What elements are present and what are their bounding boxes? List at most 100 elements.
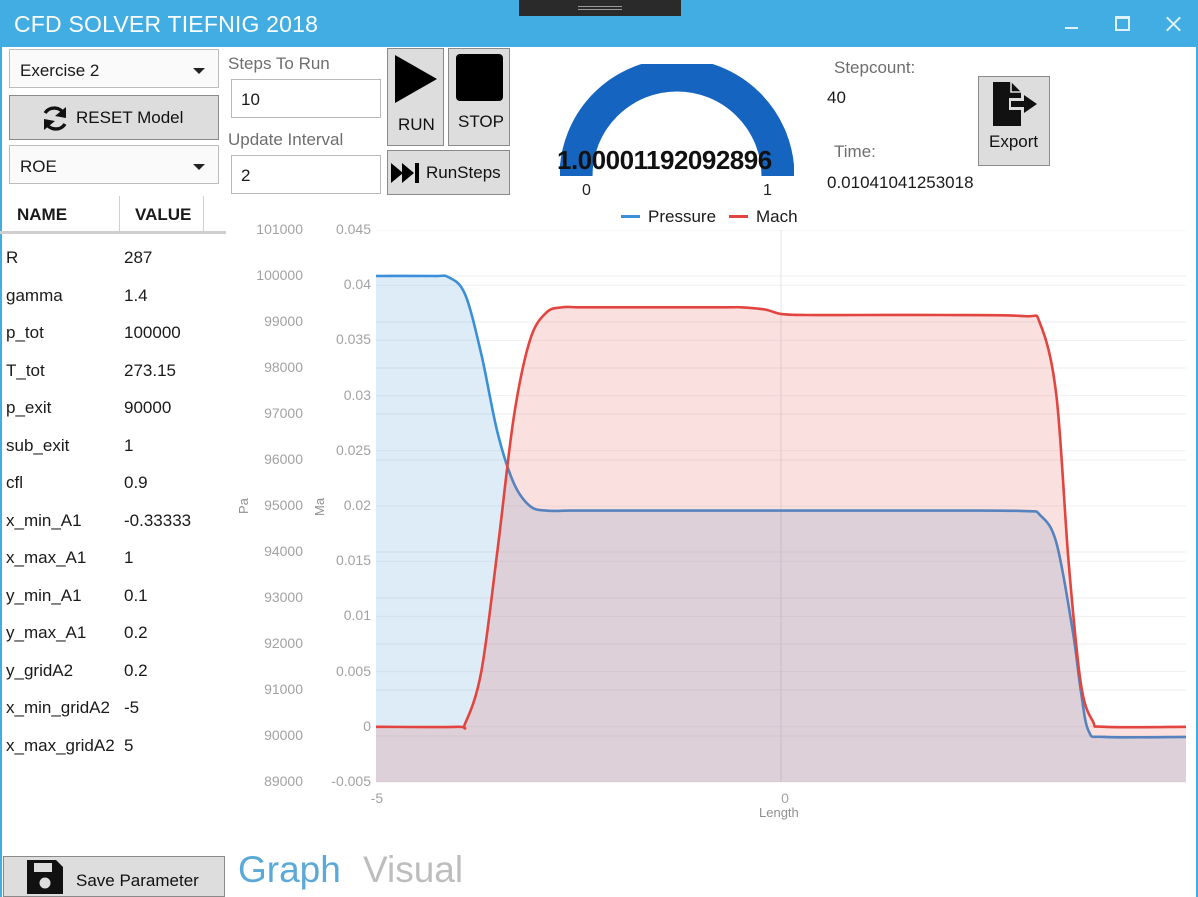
param-value[interactable]: -5 <box>124 698 139 718</box>
table-row[interactable]: y_min_A1 0.1 <box>0 576 226 613</box>
value-column-header: VALUE <box>135 205 192 224</box>
column-divider <box>119 196 120 231</box>
stepcount-value: 40 <box>827 88 846 107</box>
y2-tick-label: 0.04 <box>343 276 371 293</box>
param-value[interactable]: 273.15 <box>124 361 176 381</box>
exercise-select-value: Exercise 2 <box>20 61 100 80</box>
title-bar: CFD SOLVER TIEFNIG 2018 <box>0 0 1198 47</box>
table-row[interactable]: T_tot 273.15 <box>0 351 226 388</box>
y1-tick-label: 96000 <box>264 451 303 467</box>
stop-icon <box>456 54 503 101</box>
param-value[interactable]: 1 <box>124 436 133 456</box>
steps-to-run-input[interactable]: 10 <box>231 79 381 118</box>
param-value[interactable]: 287 <box>124 248 152 268</box>
close-button[interactable] <box>1158 10 1188 38</box>
param-name: cfl <box>6 473 23 492</box>
run-label: RUN <box>398 115 435 134</box>
save-parameter-button[interactable]: Save Parameter <box>3 856 225 897</box>
tab-visual[interactable]: Visual <box>363 849 463 891</box>
param-value[interactable]: 0.9 <box>124 473 148 493</box>
pressure-legend-label: Pressure <box>648 207 717 226</box>
y1-tick-label: 91000 <box>264 681 303 697</box>
mach-legend-label: Mach <box>756 207 798 226</box>
pressure-mach-chart <box>376 230 1186 783</box>
save-icon <box>27 860 63 894</box>
y2-tick-label: -0.005 <box>331 773 371 789</box>
param-name: x_min_gridA2 <box>6 698 110 717</box>
param-value[interactable]: -0.33333 <box>124 511 191 531</box>
pressure-swatch <box>621 215 640 218</box>
x-tick-label: -5 <box>370 790 384 806</box>
table-row[interactable]: y_max_A1 0.2 <box>0 613 226 650</box>
table-row[interactable]: x_min_gridA2 -5 <box>0 688 226 725</box>
y2-tick-label: 0.035 <box>335 331 371 348</box>
play-icon <box>395 55 437 103</box>
maximize-button[interactable] <box>1108 10 1138 38</box>
name-column-header: NAME <box>17 205 68 224</box>
table-row[interactable]: p_exit 90000 <box>0 388 226 425</box>
param-value[interactable]: 0.1 <box>124 586 148 606</box>
parameter-table-header: NAME VALUE <box>0 196 226 234</box>
tab-graph[interactable]: Graph <box>238 849 341 891</box>
param-value[interactable]: 100000 <box>124 323 181 343</box>
param-name: x_max_gridA2 <box>6 735 115 755</box>
exercise-select[interactable]: Exercise 2 <box>9 49 219 88</box>
window-grip[interactable] <box>519 0 681 16</box>
param-value[interactable]: 0.2 <box>124 623 148 643</box>
param-value[interactable]: 5 <box>124 736 133 756</box>
export-label: Export <box>989 132 1039 151</box>
table-row[interactable]: x_max_gridA2 5 <box>0 726 226 763</box>
table-row[interactable]: y_gridA2 0.2 <box>0 651 226 688</box>
minimize-button[interactable] <box>1058 10 1088 38</box>
y2-tick-label: 0.03 <box>343 386 371 403</box>
y1-tick-label: 98000 <box>264 359 303 375</box>
gauge-max-label: 1 <box>763 182 772 199</box>
table-row[interactable]: gamma 1.4 <box>0 276 226 313</box>
table-row[interactable]: R 287 <box>0 238 226 275</box>
app-title: CFD SOLVER TIEFNIG 2018 <box>14 11 319 37</box>
chevron-down-icon <box>193 68 205 74</box>
update-interval-input[interactable]: 2 <box>231 155 381 194</box>
param-value[interactable]: 0.2 <box>124 661 148 681</box>
param-value[interactable]: 90000 <box>124 398 171 418</box>
y1-tick-label: 99000 <box>264 313 303 329</box>
mach-swatch <box>729 215 748 218</box>
param-value[interactable]: 1 <box>124 548 133 568</box>
param-name: T_tot <box>6 360 45 380</box>
y1-axis-title: Pa <box>236 498 251 514</box>
stop-button[interactable]: STOP <box>448 48 510 146</box>
y2-axis-title: Ma <box>312 497 327 516</box>
table-row[interactable]: x_min_A1 -0.33333 <box>0 501 226 538</box>
scheme-select-value: ROE <box>20 157 57 176</box>
runsteps-button[interactable]: RunSteps <box>387 150 510 195</box>
update-interval-label: Update Interval <box>228 130 344 149</box>
table-row[interactable]: cfl 0.9 <box>0 463 226 500</box>
y1-tick-label: 93000 <box>264 589 303 605</box>
export-button[interactable]: Export <box>978 76 1050 166</box>
stepcount-label: Stepcount: <box>834 58 916 77</box>
param-name: y_max_A1 <box>6 623 87 642</box>
param-name: R <box>6 248 19 267</box>
param-name: x_min_A1 <box>6 510 82 530</box>
reset-model-button[interactable]: RESET Model <box>9 95 219 140</box>
scheme-select[interactable]: ROE <box>9 145 219 184</box>
y1-tick-label: 100000 <box>256 267 303 283</box>
table-row[interactable]: sub_exit 1 <box>0 426 226 463</box>
y2-tick-label: 0 <box>363 717 371 734</box>
y2-tick-label: 0.045 <box>335 221 371 237</box>
param-value[interactable]: 1.4 <box>124 286 148 306</box>
column-divider <box>203 196 204 231</box>
x-axis-title: Length <box>759 805 799 820</box>
table-row[interactable]: x_max_A1 1 <box>0 538 226 575</box>
gauge-min-label: 0 <box>582 182 591 199</box>
steps-to-run-value: 10 <box>241 90 260 109</box>
y1-tick-label: 101000 <box>256 221 303 237</box>
time-value: 0.01041041253018 <box>827 173 974 192</box>
save-parameter-label: Save Parameter <box>76 871 199 890</box>
param-name: x_max_A1 <box>6 548 87 567</box>
run-button[interactable]: RUN <box>387 48 444 146</box>
table-row[interactable]: p_tot 100000 <box>0 313 226 350</box>
x-tick-label: 0 <box>781 790 789 806</box>
update-interval-value: 2 <box>241 166 251 185</box>
param-name: sub_exit <box>6 435 70 455</box>
